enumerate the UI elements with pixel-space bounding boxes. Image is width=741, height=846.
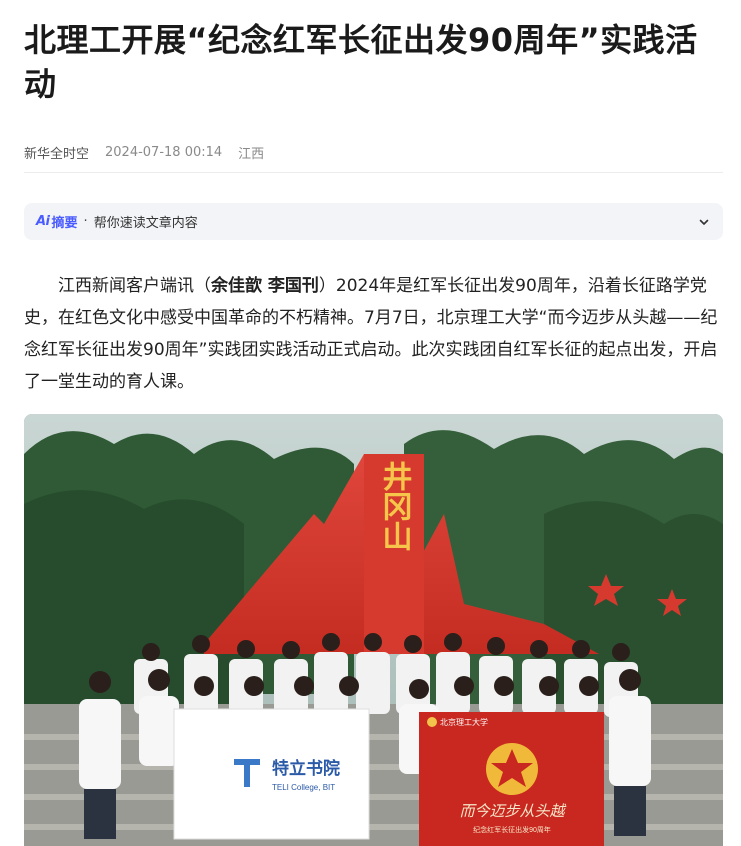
separator-dot: · (83, 214, 88, 229)
article-photo: 井冈山 特立书院 TELI College, BIT 北京理工大学 而今迈步从头… (24, 414, 723, 846)
ai-summary-bar[interactable]: Ai 摘要 · 帮你速读文章内容 (24, 203, 723, 240)
article-meta: 新华全时空 2024-07-18 00:14 江西 (24, 142, 264, 162)
article-paragraph: 江西新闻客户端讯（余佳歆 李国刊）2024年是红军长征出发90周年，沿着长征路学… (24, 270, 723, 398)
paragraph-lead: 江西新闻客户端讯（ (58, 276, 211, 296)
banner-left-subtitle: TELI College, BIT (272, 783, 335, 792)
article-datetime: 2024-07-18 00:14 (105, 144, 223, 160)
ai-summary-hint: 帮你速读文章内容 (93, 216, 198, 231)
article-region: 江西 (238, 146, 265, 162)
ai-icon: Ai (36, 214, 50, 229)
banner-left-title: 特立书院 (272, 758, 340, 778)
banner-right-slogan: 而今迈步从头越 (459, 803, 566, 820)
bit-emblem-icon (427, 717, 437, 727)
meta-divider (24, 172, 723, 173)
ai-summary-label: 摘要 (51, 216, 78, 231)
ai-summary-badge: Ai 摘要 (36, 212, 78, 231)
article-title: 北理工开展“纪念红军长征出发90周年”实践活动 (24, 21, 698, 103)
group-photo-illustration: 井冈山 特立书院 TELI College, BIT 北京理工大学 而今迈步从头… (24, 414, 723, 846)
monument-inscription: 井冈山 (378, 461, 412, 551)
article-source[interactable]: 新华全时空 (24, 143, 89, 162)
banner-right-subtitle: 纪念红军长征出发90周年 (473, 825, 551, 834)
banner-right-title: 北京理工大学 (440, 717, 488, 727)
chevron-down-icon[interactable] (697, 215, 711, 229)
paragraph-authors: 余佳歆 李国刊 (211, 276, 319, 296)
